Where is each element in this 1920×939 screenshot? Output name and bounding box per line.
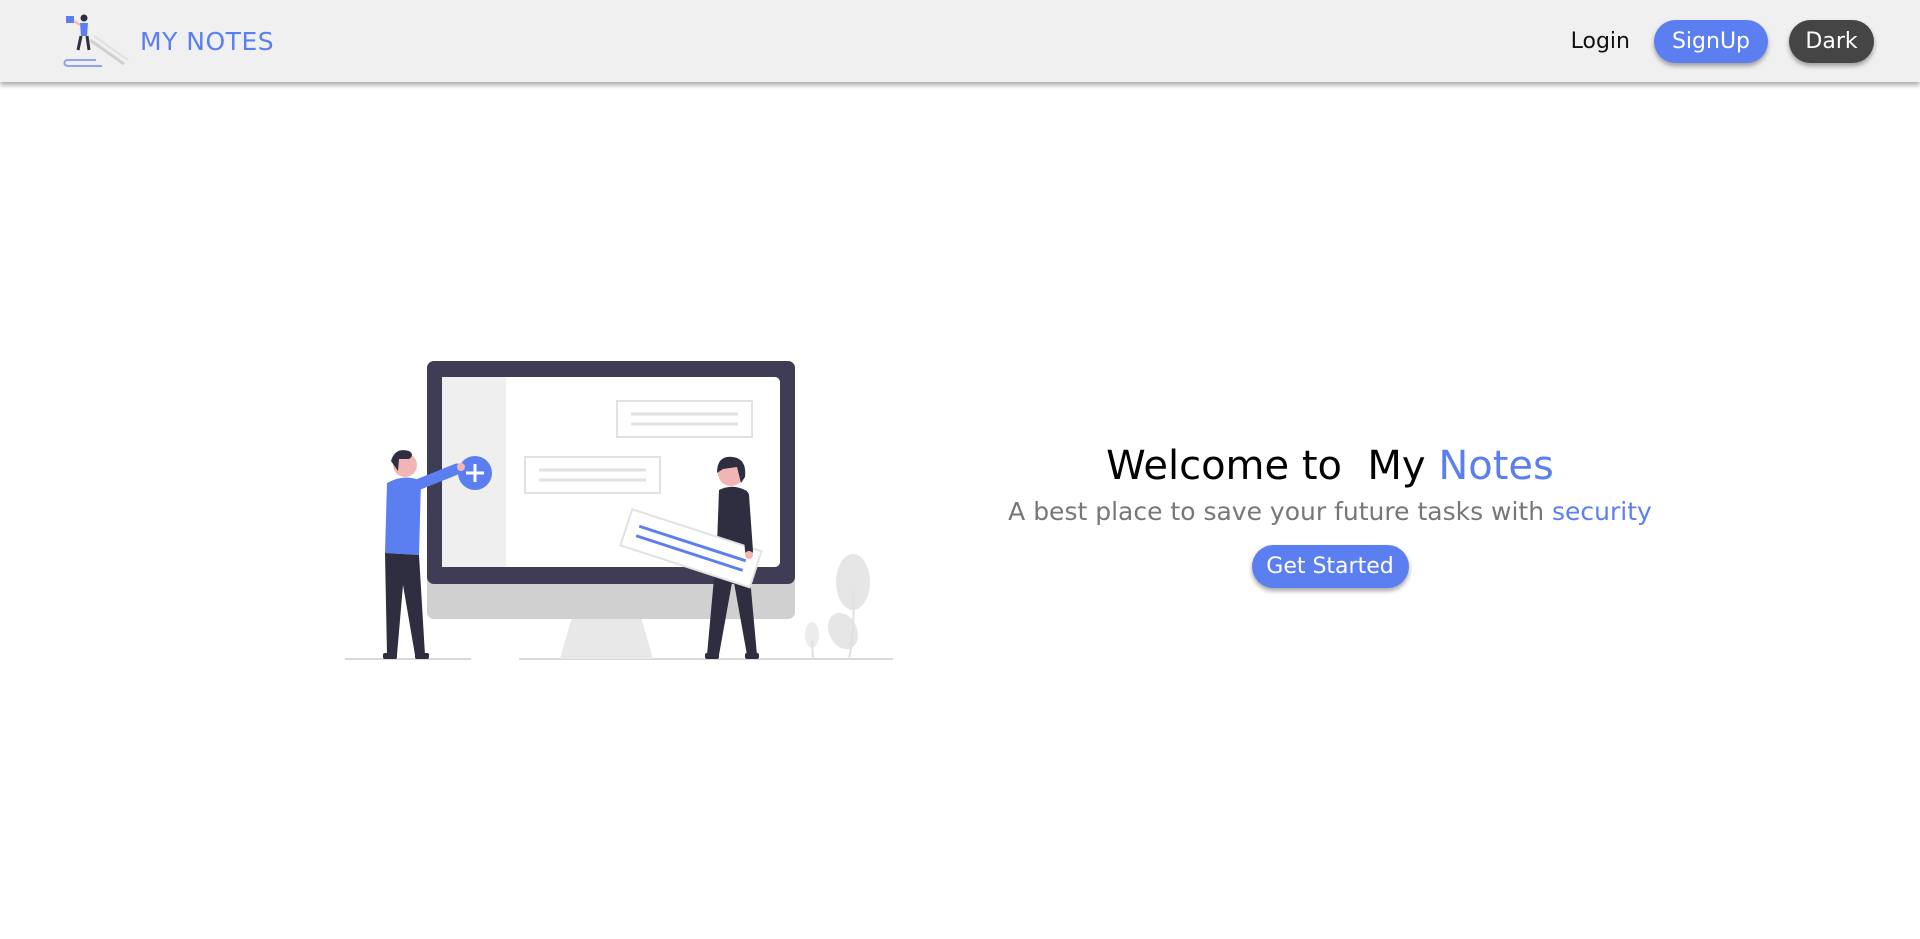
- brand[interactable]: MY NOTES: [62, 12, 274, 70]
- notes-logo-icon: [63, 14, 129, 67]
- brand-title: MY NOTES: [140, 26, 275, 56]
- page-title: Welcome to My Notes: [1000, 440, 1660, 492]
- plus-icon: [458, 456, 492, 490]
- login-link[interactable]: Login: [1571, 29, 1630, 54]
- tagline-accent: security: [1552, 497, 1652, 526]
- hero-section: Welcome to My Notes A best place to save…: [1000, 440, 1660, 588]
- get-started-button[interactable]: Get Started: [1251, 545, 1409, 588]
- signup-button[interactable]: SignUp: [1654, 20, 1768, 63]
- navbar: MY NOTES Login SignUp Dark: [0, 0, 1920, 82]
- dark-mode-toggle[interactable]: Dark: [1789, 20, 1874, 63]
- title-prefix: Welcome to: [1106, 443, 1342, 489]
- tagline: A best place to save your future tasks w…: [1000, 494, 1660, 530]
- hero-illustration: [345, 361, 893, 660]
- title-notes: Notes: [1438, 443, 1554, 489]
- nav-actions: Login SignUp Dark: [1571, 20, 1874, 63]
- title-my: My: [1367, 443, 1426, 489]
- tagline-text: A best place to save your future tasks w…: [1008, 497, 1545, 526]
